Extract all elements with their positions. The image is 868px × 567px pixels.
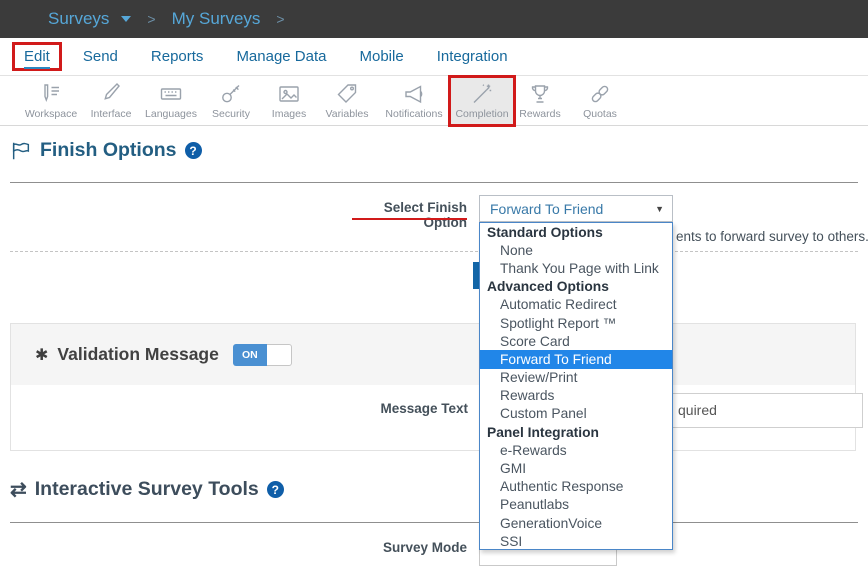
quotas-icon [588,82,612,106]
toolbar-item-label: Workspace [25,108,77,120]
toggle-knob [267,344,292,366]
toolbar-item-label: Notifications [385,108,442,120]
toolbar-item-rewards[interactable]: Rewards [509,78,571,124]
dropdown-option-e-rewards[interactable]: e-Rewards [480,441,672,459]
dropdown-option-custom-panel[interactable]: Custom Panel [480,405,672,423]
breadcrumb-separator: > [276,11,284,27]
tab-edit[interactable]: Edit [12,42,62,71]
toolbar-item-workspace[interactable]: Workspace [20,78,82,124]
tab-label: Integration [437,48,508,65]
toolbar-item-label: Rewards [519,108,560,120]
dropdown-option-automatic-redirect[interactable]: Automatic Redirect [480,296,672,314]
chevron-down-icon[interactable] [121,16,131,22]
validation-message-title: Validation Message [57,344,218,365]
tab-send[interactable]: Send [83,48,118,65]
toolbar-item-images[interactable]: Images [258,78,320,124]
breadcrumb-surveys[interactable]: Surveys [48,9,109,29]
toolbar-item-label: Languages [145,108,197,120]
toolbar-item-security[interactable]: Security [200,78,262,124]
variables-icon [335,82,359,106]
finish-option-selected-value: Forward To Friend [490,201,603,217]
rewards-icon [528,82,552,106]
divider [10,522,858,523]
dropdown-group-label: Panel Integration [480,423,672,441]
help-icon[interactable]: ? [185,142,202,159]
interactive-tools-title: Interactive Survey Tools [35,478,259,501]
app-window: Surveys > My Surveys > Edit Send Reports Ma… [0,0,868,567]
interface-icon [99,82,123,106]
forward-note-text: ents to forward survey to others. [676,229,868,244]
survey-mode-label: Survey Mode [340,540,467,555]
select-finish-option-label: Select Finish Option [340,200,467,230]
toolbar-item-notifications[interactable]: Notifications [383,78,445,124]
toolbar-item-label: Interface [91,108,132,120]
tab-label: Reports [151,48,204,65]
images-icon [277,82,301,106]
tab-label: Mobile [360,48,404,65]
toolbar: Workspace Interface Languages Security Image… [0,76,868,126]
dropdown-option-thank-you-page-with-link[interactable]: Thank You Page with Link [480,259,672,277]
annotation-underline [352,218,467,220]
dashed-divider [10,251,858,252]
finish-options-title: Finish Options [40,139,177,162]
interactive-tools-heading: ⇄ Interactive Survey Tools ? [10,478,284,501]
dropdown-option-none[interactable]: None [480,241,672,259]
dropdown-option-spotlight-report-[interactable]: Spotlight Report ™ [480,314,672,332]
toolbar-item-interface[interactable]: Interface [80,78,142,124]
validation-message-panel: ✱ Validation Message ON Message Text qui… [10,323,856,451]
select-caret-icon: ▼ [655,204,664,214]
dropdown-option-review-print[interactable]: Review/Print [480,369,672,387]
security-icon [219,82,243,106]
toolbar-item-label: Quotas [583,108,617,120]
finish-options-heading: Finish Options ? [10,139,202,162]
toolbar-item-variables[interactable]: Variables [316,78,378,124]
completion-icon [470,82,494,106]
dropdown-option-peanutlabs[interactable]: Peanutlabs [480,496,672,514]
breadcrumb-separator: > [147,11,155,27]
dropdown-option-ssi[interactable]: SSI [480,532,672,550]
dropdown-option-score-card[interactable]: Score Card [480,332,672,350]
asterisk-icon: ✱ [35,345,48,365]
tab-label: Manage Data [236,48,326,65]
validation-toggle[interactable]: ON [233,344,292,366]
dropdown-option-rewards[interactable]: Rewards [480,387,672,405]
tab-bar: Edit Send Reports Manage Data Mobile Integrat… [0,38,868,76]
toolbar-item-label: Completion [455,108,508,120]
tab-label: Edit [24,48,50,69]
tab-manage-data[interactable]: Manage Data [236,48,326,65]
help-icon[interactable]: ? [267,481,284,498]
tab-label: Send [83,48,118,65]
swap-arrows-icon: ⇄ [10,480,27,500]
finish-option-select[interactable]: Forward To Friend ▼ [479,195,673,222]
validation-message-header: ✱ Validation Message ON [11,324,855,385]
toolbar-item-label: Security [212,108,250,120]
toolbar-item-quotas[interactable]: Quotas [569,78,631,124]
workspace-icon [39,82,63,106]
divider [10,182,858,183]
dropdown-option-generationvoice[interactable]: GenerationVoice [480,514,672,532]
finish-option-dropdown: Standard OptionsNoneThank You Page with … [479,222,673,550]
dropdown-option-authentic-response[interactable]: Authentic Response [480,478,672,496]
topbar: Surveys > My Surveys > [0,0,868,38]
languages-icon [159,82,183,106]
dropdown-group-label: Standard Options [480,223,672,241]
tab-integration[interactable]: Integration [437,48,508,65]
tab-reports[interactable]: Reports [151,48,204,65]
tab-mobile[interactable]: Mobile [360,48,404,65]
flag-icon [10,140,32,162]
dropdown-option-forward-to-friend[interactable]: Forward To Friend [480,350,672,368]
message-text-label: Message Text [341,401,468,416]
breadcrumb-my-surveys[interactable]: My Surveys [172,9,261,29]
forward-note: ents to forward survey to others. ? [676,229,868,244]
toolbar-item-completion[interactable]: Completion [451,78,513,124]
toolbar-item-label: Variables [326,108,369,120]
message-text-value: quired [678,402,717,418]
dropdown-option-gmi[interactable]: GMI [480,459,672,477]
toggle-on-label: ON [233,344,267,366]
toolbar-item-label: Images [272,108,306,120]
notifications-icon [402,82,426,106]
toolbar-item-languages[interactable]: Languages [140,78,202,124]
dropdown-group-label: Advanced Options [480,278,672,296]
